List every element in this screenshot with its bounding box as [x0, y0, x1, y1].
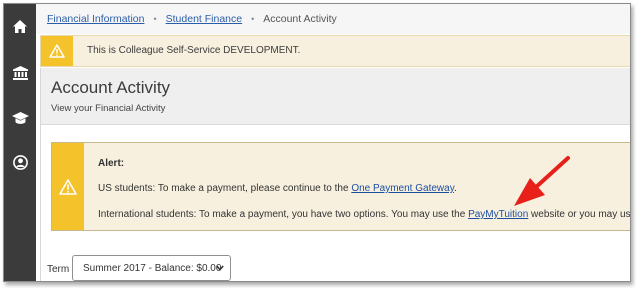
paymytuition-link[interactable]: PayMyTuition — [468, 209, 528, 220]
bank-icon — [12, 66, 28, 80]
term-select[interactable]: Summer 2017 - Balance: $0.00 — [72, 255, 231, 281]
payment-alert: Alert: US students: To make a payment, p… — [51, 142, 630, 231]
dev-banner-text: This is Colleague Self-Service DEVELOPME… — [87, 45, 301, 56]
alert-us-students-text: US students: To make a payment, please c… — [98, 183, 457, 194]
user-circle-icon — [12, 154, 28, 170]
main-content: Financial Information • Student Finance … — [36, 4, 630, 281]
breadcrumb-separator: • — [153, 14, 157, 24]
chevron-down-icon — [216, 265, 224, 271]
alert-international-students-text: International students: To make a paymen… — [98, 209, 631, 220]
page-subtitle: View your Financial Activity — [51, 103, 166, 114]
breadcrumb-student-finance[interactable]: Student Finance — [166, 13, 242, 25]
graduation-cap-icon — [11, 111, 29, 124]
one-payment-gateway-link[interactable]: One Payment Gateway — [351, 183, 454, 194]
alert-title: Alert: — [98, 158, 125, 169]
app-window: Financial Information • Student Finance … — [3, 3, 631, 282]
banner-icon-box — [41, 36, 73, 66]
breadcrumb-financial-information[interactable]: Financial Information — [47, 13, 144, 25]
account-activity-panel: Account Activity View your Financial Act… — [40, 68, 630, 281]
sidebar-item-finance[interactable] — [4, 57, 36, 89]
warning-icon — [49, 44, 65, 58]
alert-icon-box — [52, 143, 84, 230]
breadcrumb-separator: • — [251, 14, 255, 24]
sidebar-item-profile[interactable] — [4, 146, 36, 178]
sidebar-item-academics[interactable] — [4, 102, 36, 134]
dev-environment-banner: This is Colleague Self-Service DEVELOPME… — [40, 35, 630, 67]
alert-line1-suffix: . — [453, 183, 457, 194]
alert-line2-suffix: website or you may use — [528, 209, 631, 220]
home-icon — [13, 19, 27, 33]
page-title: Account Activity — [51, 78, 171, 97]
term-select-value: Summer 2017 - Balance: $0.00 — [83, 262, 222, 274]
term-label: Term — [47, 264, 70, 275]
sidebar-item-home[interactable] — [4, 10, 36, 42]
sidebar — [4, 4, 36, 281]
warning-icon — [59, 178, 77, 195]
alert-line2-prefix: International students: To make a paymen… — [98, 209, 469, 220]
alert-line1-prefix: US students: To make a payment, please c… — [98, 183, 352, 194]
breadcrumb-account-activity: Account Activity — [263, 13, 337, 25]
breadcrumb: Financial Information • Student Finance … — [36, 4, 630, 34]
page-header: Account Activity View your Financial Act… — [41, 68, 630, 125]
